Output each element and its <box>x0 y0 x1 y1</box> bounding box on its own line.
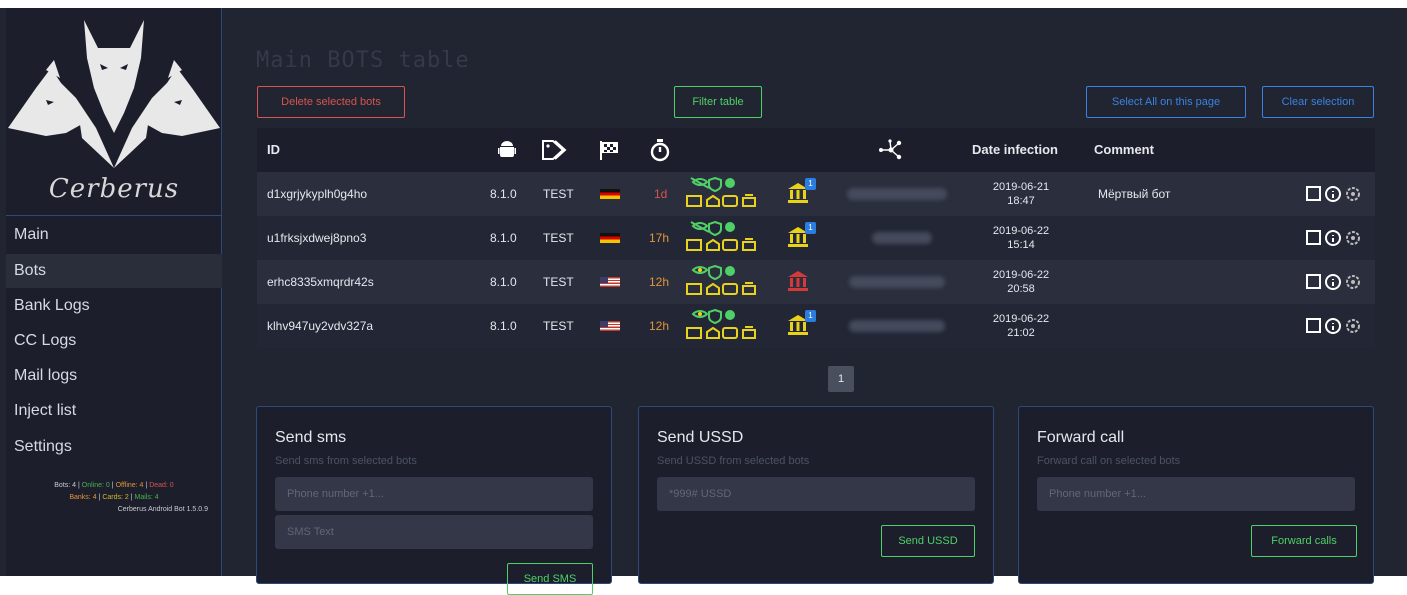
main-content: Main BOTS table Delete selected bots Fil… <box>222 8 1407 595</box>
logo: Cerberus <box>6 8 222 216</box>
last-seen: 17h <box>649 231 670 245</box>
permissions-icons <box>686 176 756 207</box>
bot-tag: TEST <box>543 231 574 245</box>
row-actions-icons[interactable] <box>1305 228 1365 248</box>
card-title: Forward call <box>1037 429 1125 446</box>
permissions-icons <box>686 220 756 251</box>
send-sms-button[interactable]: Send SMS <box>507 563 593 595</box>
ip-address-redacted <box>849 276 945 288</box>
send-sms-card: Send sms Send sms from selected bots Pho… <box>256 406 612 595</box>
android-icon <box>498 141 516 157</box>
table-row[interactable]: erhc8335xmqrdr42s 8.1.0 TEST 12h 2019-06… <box>257 260 1375 304</box>
checkered-flag-icon <box>600 141 618 160</box>
cerberus-logo-icon <box>8 20 220 168</box>
checkbox-icon <box>1306 186 1321 201</box>
page-title: Main BOTS table <box>256 48 470 73</box>
sidebar-item-cc-logs[interactable]: CC Logs <box>6 324 222 358</box>
android-version: 8.1.0 <box>490 319 517 333</box>
sidebar: Cerberus Main Bots Bank Logs CC Logs Mai… <box>6 8 222 576</box>
row-actions-icons[interactable] <box>1305 184 1365 204</box>
bot-tag: TEST <box>543 319 574 333</box>
android-version: 8.1.0 <box>490 275 517 289</box>
bot-id[interactable]: u1frksjxdwej8pno3 <box>267 216 366 260</box>
table-row[interactable]: d1xgrjykyplh0g4ho 8.1.0 TEST 1d 1 2019-0… <box>257 172 1375 216</box>
send-ussd-card: Send USSD Send USSD from selected bots *… <box>638 406 994 584</box>
sidebar-item-mail-logs[interactable]: Mail logs <box>6 359 222 393</box>
android-version: 8.1.0 <box>490 187 517 201</box>
table-row[interactable]: klhv947uy2vdv327a 8.1.0 TEST 12h 1 2019- <box>257 304 1375 348</box>
card-subtitle: Send sms from selected bots <box>275 455 417 467</box>
ip-address-redacted <box>872 232 932 244</box>
bot-id[interactable]: erhc8335xmqrdr42s <box>267 260 374 304</box>
last-seen: 12h <box>649 319 670 333</box>
permissions-icons <box>686 308 756 339</box>
brand-name: Cerberus <box>48 174 180 204</box>
forward-phone-input[interactable]: Phone number +1... <box>1037 477 1355 511</box>
flag-de-icon <box>600 233 620 243</box>
bank-count-badge: 1 <box>805 222 816 234</box>
flag-de-icon <box>600 189 620 199</box>
sms-text-input[interactable]: SMS Text <box>275 515 593 549</box>
card-title: Send sms <box>275 429 347 446</box>
stat-banks: Banks: 4 <box>69 494 97 501</box>
table-header: ID Date infection Comment <box>257 128 1375 172</box>
date-infection: 2019-06-22 20:58 <box>992 269 1050 295</box>
network-icon <box>879 139 902 160</box>
sidebar-item-bank-logs[interactable]: Bank Logs <box>6 289 222 323</box>
stat-online: Online: 0 <box>81 482 110 489</box>
table-row[interactable]: u1frksjxdwej8pno3 8.1.0 TEST 17h 1 2019-… <box>257 216 1375 260</box>
bot-id[interactable]: d1xgrjykyplh0g4ho <box>267 172 367 216</box>
stat-mails: Mails: 4 <box>134 494 159 501</box>
clear-selection-button[interactable]: Clear selection <box>1262 86 1374 118</box>
sidebar-item-main[interactable]: Main <box>6 218 222 252</box>
card-subtitle: Send USSD from selected bots <box>657 455 810 467</box>
card-subtitle: Forward call on selected bots <box>1037 455 1181 467</box>
select-all-button[interactable]: Select All on this page <box>1086 86 1246 118</box>
header-id: ID <box>267 142 280 157</box>
pagination-page-1[interactable]: 1 <box>828 366 854 392</box>
delete-selected-button[interactable]: Delete selected bots <box>257 86 405 118</box>
tag-icon <box>542 140 567 160</box>
forward-calls-button[interactable]: Forward calls <box>1251 525 1357 557</box>
stat-cards: Cards: 2 <box>102 494 129 501</box>
bot-tag: TEST <box>543 275 574 289</box>
row-actions-icons[interactable] <box>1305 316 1365 336</box>
stat-bots: Bots: 4 <box>54 482 77 489</box>
bank-count-badge: 1 <box>805 178 816 190</box>
flag-us-icon <box>600 321 620 331</box>
card-title: Send USSD <box>657 429 744 446</box>
ip-address-redacted <box>847 188 947 200</box>
send-ussd-button[interactable]: Send USSD <box>881 525 975 557</box>
bot-tag: TEST <box>543 187 574 201</box>
flag-us-icon <box>600 277 620 287</box>
permissions-icons <box>686 264 756 295</box>
stat-dead: Dead: 0 <box>149 482 174 489</box>
row-actions-icons[interactable] <box>1305 272 1365 292</box>
date-infection: 2019-06-22 21:02 <box>992 313 1050 339</box>
version-text: Cerberus Android Bot 1.5.0.9 <box>117 506 208 513</box>
bot-id[interactable]: klhv947uy2vdv327a <box>267 304 373 348</box>
header-date-infection: Date infection <box>972 142 1058 157</box>
bank-icon <box>788 271 808 291</box>
sidebar-item-settings[interactable]: Settings <box>6 430 222 464</box>
date-infection: 2019-06-21 18:47 <box>992 181 1050 207</box>
bot-comment[interactable]: Мёртвый бот <box>1098 172 1170 216</box>
last-seen: 12h <box>649 275 670 289</box>
stopwatch-icon <box>650 139 670 162</box>
last-seen: 1d <box>654 187 668 201</box>
android-version: 8.1.0 <box>490 231 517 245</box>
ussd-input[interactable]: *999# USSD <box>657 477 975 511</box>
stat-offline: Offline: 4 <box>115 482 144 489</box>
date-infection: 2019-06-22 15:14 <box>992 225 1050 251</box>
header-comment: Comment <box>1094 142 1154 157</box>
ip-address-redacted <box>849 320 945 332</box>
app-window: Cerberus Main Bots Bank Logs CC Logs Mai… <box>0 8 1407 595</box>
forward-call-card: Forward call Forward call on selected bo… <box>1018 406 1374 584</box>
sidebar-item-inject-list[interactable]: Inject list <box>6 394 222 428</box>
bank-count-badge: 1 <box>805 310 816 322</box>
sms-phone-input[interactable]: Phone number +1... <box>275 477 593 511</box>
filter-table-button[interactable]: Filter table <box>674 86 762 118</box>
bot-stats: Bots: 4 | Online: 0 | Offline: 4 | Dead:… <box>6 480 222 516</box>
sidebar-item-bots[interactable]: Bots <box>6 254 222 288</box>
